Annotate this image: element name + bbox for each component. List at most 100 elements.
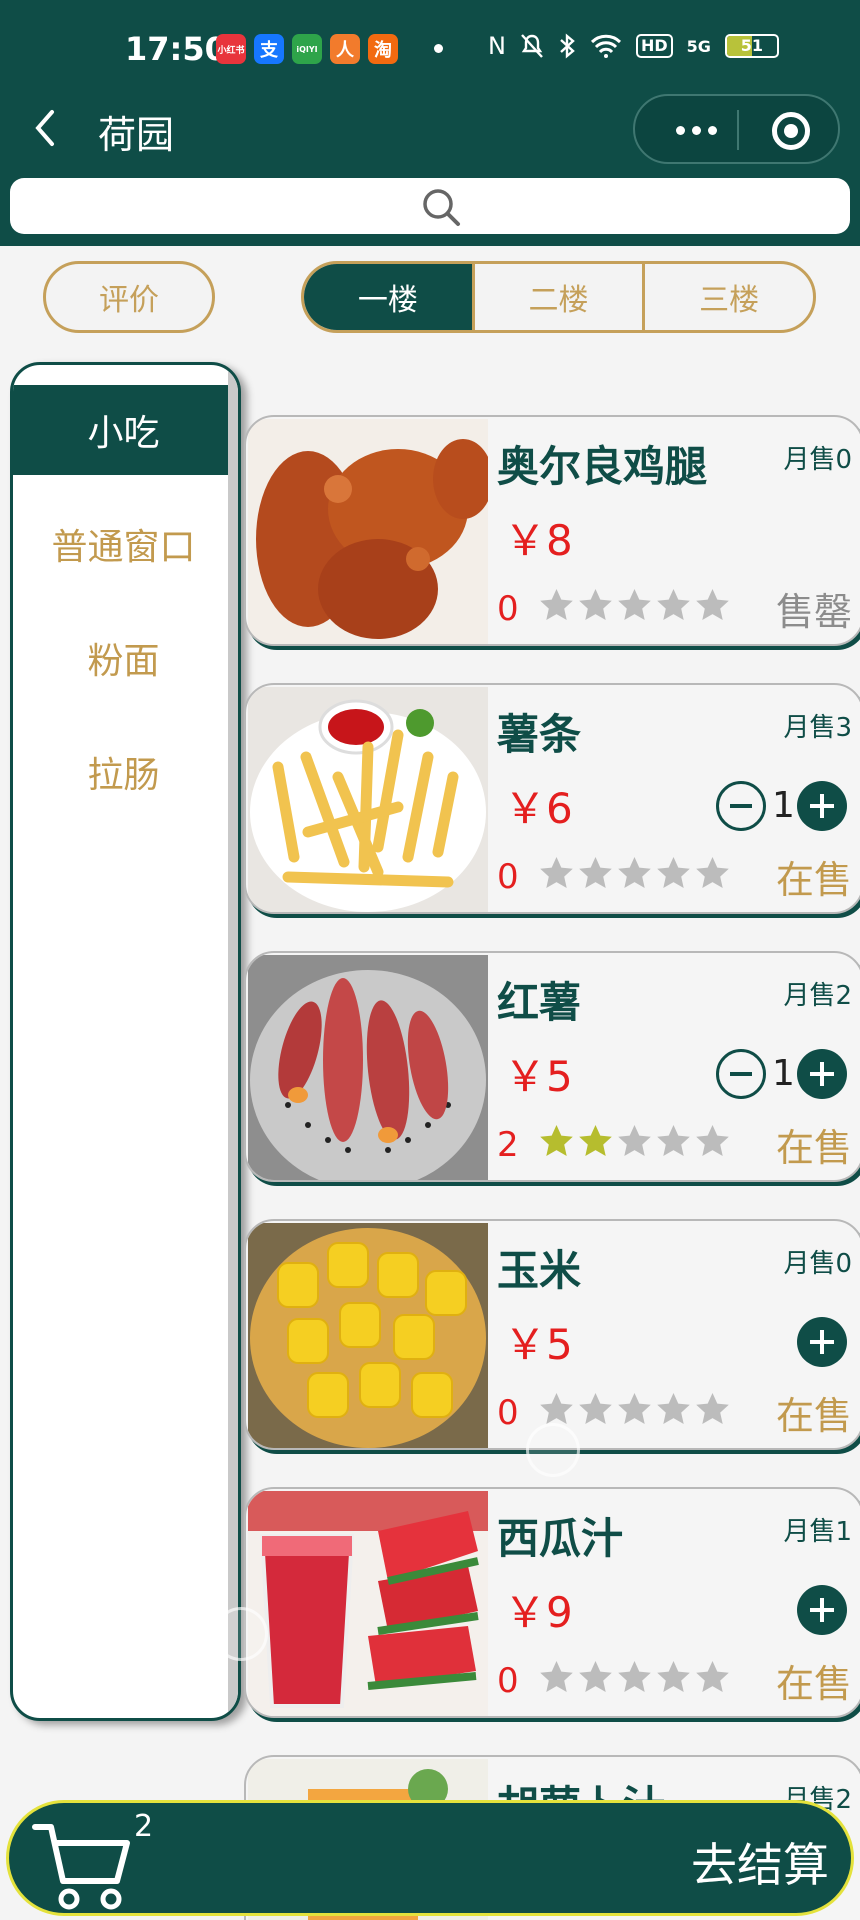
food-name: 西瓜汁: [497, 1514, 624, 1563]
bluetooth-icon: [560, 33, 575, 59]
rating-count: 0: [497, 589, 519, 629]
category-item-regular-window[interactable]: 普通窗口: [13, 499, 234, 589]
category-item-snacks[interactable]: 小吃: [13, 385, 234, 475]
increase-quantity-button[interactable]: [797, 1049, 847, 1099]
monthly-sales: 月售1: [783, 1517, 852, 1547]
nav-bar: 荷园: [0, 90, 860, 166]
quantity-value: 1: [772, 1053, 795, 1094]
star-empty-icon: [657, 857, 690, 888]
sale-status: 在售: [775, 1126, 852, 1170]
rating-stars: [538, 855, 731, 892]
battery-icon: 51: [724, 34, 779, 58]
page-title: 荷园: [98, 113, 175, 157]
food-card[interactable]: 薯条 月售3 ￥6 1 0 在售: [244, 683, 860, 914]
status-time: 17:50: [125, 30, 227, 68]
checkout-button[interactable]: 去结算: [691, 1829, 829, 1895]
star-empty-icon: [579, 1393, 612, 1424]
floor-tab-1[interactable]: 一楼: [304, 264, 472, 330]
rating-stars: [538, 1123, 731, 1160]
star-empty-icon: [657, 589, 690, 620]
star-empty-icon: [579, 857, 612, 888]
iqiyi-icon: iQIYI: [292, 34, 322, 64]
food-image-sweet-potatoes: [248, 955, 488, 1180]
food-card[interactable]: 玉米 月售0 ￥5 0 在售: [244, 1219, 860, 1450]
food-image-watermelon-juice: [248, 1491, 488, 1716]
food-price: ￥5: [504, 1052, 573, 1101]
rating-stars: [538, 587, 731, 624]
floor-selector: 一楼 二楼 三楼: [301, 261, 816, 333]
xiaohongshu-icon: 小红书: [216, 34, 246, 64]
star-filled-icon: [540, 1125, 573, 1156]
back-arrow-icon[interactable]: [26, 108, 66, 148]
cart-bar[interactable]: 2 去结算: [6, 1800, 854, 1916]
mute-bell-icon: [521, 34, 543, 58]
monthly-sales: 月售2: [783, 981, 852, 1011]
food-image-fried-chicken: [248, 419, 488, 644]
food-card[interactable]: 红薯 月售2 ￥5 1 2 在售: [244, 951, 860, 1182]
sale-status: 售罄: [775, 590, 852, 634]
rating-count: 2: [497, 1125, 519, 1165]
increase-quantity-button[interactable]: [797, 781, 847, 831]
star-empty-icon: [657, 1661, 690, 1692]
quantity-value: 1: [772, 785, 795, 826]
star-empty-icon: [618, 589, 651, 620]
alipay-icon: 支: [254, 34, 284, 64]
food-name: 红薯: [497, 978, 582, 1027]
more-notifications-dot: [434, 44, 443, 53]
star-empty-icon: [618, 1393, 651, 1424]
nfc-icon: N: [488, 32, 506, 60]
food-name: 奥尔良鸡腿: [497, 442, 708, 491]
sidebar-scrollbar[interactable]: [228, 365, 238, 1718]
star-empty-icon: [657, 1125, 690, 1156]
review-button[interactable]: 评价: [43, 261, 215, 333]
more-options-icon[interactable]: [665, 110, 727, 150]
floor-tab-2[interactable]: 二楼: [471, 264, 643, 330]
app-person-icon: 人: [330, 34, 360, 64]
star-empty-icon: [618, 1125, 651, 1156]
shopping-cart-icon[interactable]: [31, 1817, 141, 1913]
star-filled-icon: [579, 1125, 612, 1156]
status-indicators: N HD 5G 51: [488, 32, 779, 60]
battery-percent: 51: [740, 36, 764, 55]
star-empty-icon: [618, 857, 651, 888]
monthly-sales: 月售0: [783, 1249, 852, 1279]
star-empty-icon: [696, 589, 729, 620]
floor-tab-3[interactable]: 三楼: [642, 264, 813, 330]
monthly-sales: 月售3: [783, 713, 852, 743]
rating-stars: [538, 1391, 731, 1428]
category-sidebar: 小吃 普通窗口 粉面 拉肠: [10, 362, 241, 1721]
star-empty-icon: [696, 1393, 729, 1424]
category-item-rice-rolls[interactable]: 拉肠: [13, 727, 234, 817]
increase-quantity-button[interactable]: [797, 1317, 847, 1367]
touch-indicator: [214, 1607, 268, 1661]
food-price: ￥5: [504, 1320, 573, 1369]
decrease-quantity-button[interactable]: [716, 781, 766, 831]
star-empty-icon: [579, 589, 612, 620]
star-empty-icon: [696, 1661, 729, 1692]
cart-count-badge: 2: [134, 1809, 154, 1844]
food-card[interactable]: 西瓜汁 月售1 ￥9 0 在售: [244, 1487, 860, 1718]
sale-status: 在售: [775, 1394, 852, 1438]
sale-status: 在售: [775, 1662, 852, 1706]
rating-stars: [538, 1659, 731, 1696]
monthly-sales: 月售0: [783, 445, 852, 475]
food-price: ￥8: [504, 516, 573, 565]
food-image-corn: [248, 1223, 488, 1448]
decrease-quantity-button[interactable]: [716, 1049, 766, 1099]
category-item-noodles[interactable]: 粉面: [13, 613, 234, 703]
star-empty-icon: [540, 857, 573, 888]
hd-badge: HD: [635, 34, 673, 58]
touch-indicator: [526, 1423, 580, 1477]
rating-count: 0: [497, 857, 519, 897]
header: 17:50 小红书 支 iQIYI 人 淘 N HD 5G 51 荷园: [0, 0, 860, 246]
search-input[interactable]: [10, 178, 850, 234]
food-card[interactable]: 奥尔良鸡腿 月售0 ￥8 0 售罄: [244, 415, 860, 646]
food-price: ￥6: [504, 784, 573, 833]
wifi-icon: [590, 34, 622, 58]
taobao-icon: 淘: [368, 34, 398, 64]
increase-quantity-button[interactable]: [797, 1585, 847, 1635]
food-name: 玉米: [497, 1246, 582, 1295]
sale-status: 在售: [775, 858, 852, 902]
star-empty-icon: [657, 1393, 690, 1424]
close-miniprogram-icon[interactable]: [772, 112, 810, 150]
